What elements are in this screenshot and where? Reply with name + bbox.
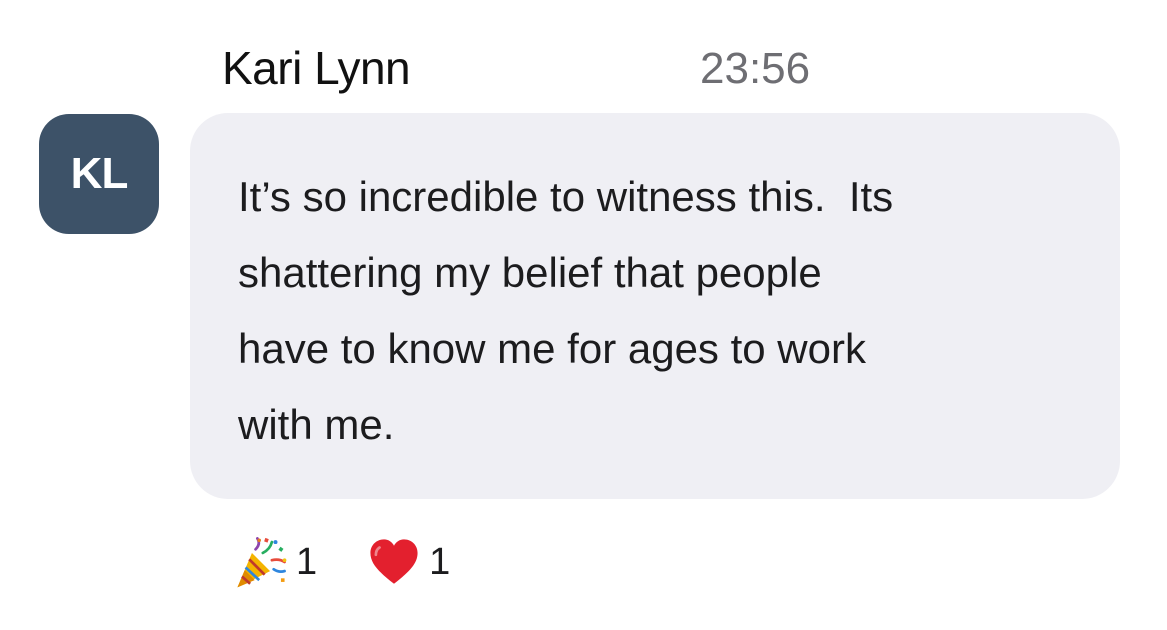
reaction-count: 1 (429, 541, 451, 583)
avatar[interactable]: KL (39, 114, 159, 234)
reaction-party-popper[interactable]: 1 (232, 533, 317, 591)
reactions-bar: 1 1 (232, 532, 498, 592)
message-bubble[interactable]: It’s so incredible to witness this. Its … (190, 113, 1120, 499)
chat-message: KL Kari Lynn 23:56 It’s so incredible to… (0, 0, 1167, 630)
message-text: It’s so incredible to witness this. Its … (238, 173, 894, 448)
party-popper-icon (237, 537, 287, 588)
sender-name[interactable]: Kari Lynn (222, 40, 411, 96)
message-timestamp: 23:56 (700, 44, 811, 93)
reaction-count: 1 (296, 541, 318, 583)
red-heart-icon (370, 539, 418, 584)
avatar-initials: KL (70, 149, 129, 198)
reaction-red-heart[interactable]: 1 (365, 533, 450, 591)
